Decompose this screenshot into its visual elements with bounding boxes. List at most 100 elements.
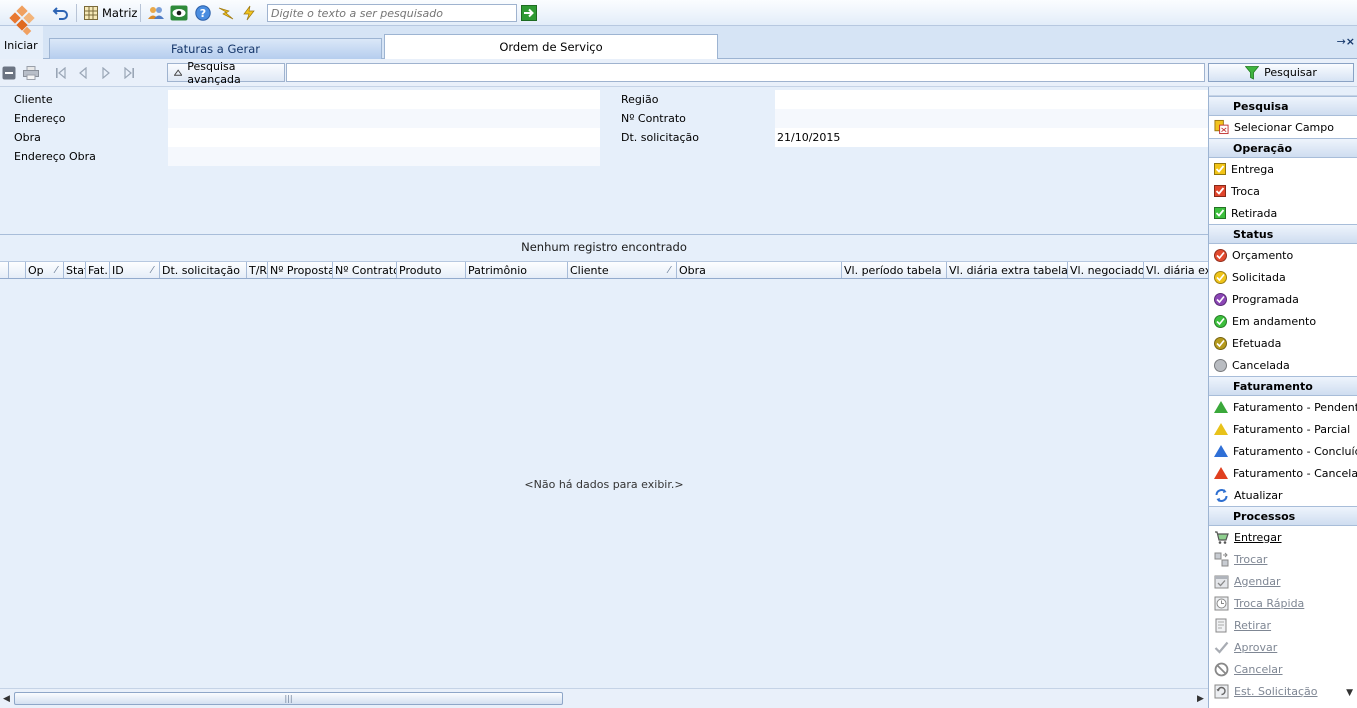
col-tr[interactable]: T/R — [247, 262, 268, 278]
close-icon: × — [1345, 35, 1355, 48]
col-proposta[interactable]: Nº Proposta — [268, 262, 333, 278]
col-vl-diaria-extra-tabela[interactable]: Vl. diária extra tabela — [947, 262, 1068, 278]
status-efetuada-item[interactable]: Efetuada — [1209, 332, 1357, 354]
contrato-field[interactable] — [775, 109, 1208, 128]
processo-trocar-item[interactable]: Trocar — [1209, 548, 1357, 570]
item-label: Em andamento — [1232, 314, 1317, 328]
endereco-field[interactable] — [168, 109, 600, 128]
matriz-button[interactable]: Matriz — [82, 3, 137, 23]
next-record-button[interactable] — [98, 65, 114, 81]
item-label: Agendar — [1234, 574, 1281, 588]
col-vl-periodo-tabela[interactable]: Vl. período tabela — [842, 262, 947, 278]
col-select[interactable] — [9, 262, 26, 278]
col-obra[interactable]: Obra — [677, 262, 842, 278]
item-label: Entregar — [1234, 530, 1282, 544]
section-faturamento[interactable]: Faturamento — [1209, 376, 1357, 396]
filter-form: Cliente Endereço Obra Endereço Obra Regi… — [0, 88, 1208, 233]
col-dt-solicitacao[interactable]: Dt. solicitação — [160, 262, 247, 278]
column-label: ID — [112, 264, 124, 277]
item-label: Solicitada — [1232, 270, 1286, 284]
section-pesquisa[interactable]: Pesquisa — [1209, 96, 1357, 116]
grid-body[interactable]: <Não há dados para exibir.> — [0, 280, 1208, 688]
processo-est-solicitacao-item[interactable]: Est. Solicitação — [1209, 680, 1357, 702]
scrollbar-thumb[interactable]: ||| — [14, 692, 563, 705]
advanced-search-button[interactable]: Pesquisa avançada — [167, 60, 285, 86]
col-vl-negociado[interactable]: Vl. negociado — [1068, 262, 1144, 278]
processo-cancelar-item[interactable]: Cancelar — [1209, 658, 1357, 680]
faturamento-pendente-item[interactable]: Faturamento - Pendente — [1209, 396, 1357, 418]
col-cliente[interactable]: Cliente ⁄ — [568, 262, 677, 278]
last-record-button[interactable] — [121, 65, 137, 81]
section-status[interactable]: Status — [1209, 224, 1357, 244]
scroll-left-icon[interactable]: ◀ — [3, 694, 10, 704]
col-fat[interactable]: Fat. — [86, 262, 110, 278]
flash-button[interactable] — [217, 3, 235, 23]
operacao-troca-item[interactable]: Troca — [1209, 180, 1357, 202]
lightning-button[interactable] — [240, 3, 258, 23]
section-operacao[interactable]: Operação — [1209, 138, 1357, 158]
section-processos[interactable]: Processos — [1209, 506, 1357, 526]
scroll-right-icon[interactable]: ▶ — [1197, 694, 1204, 704]
advanced-search-field[interactable] — [286, 63, 1205, 82]
col-indicator[interactable] — [0, 262, 9, 278]
users-button[interactable] — [147, 3, 165, 23]
operacao-entrega-item[interactable]: Entrega — [1209, 158, 1357, 180]
processo-retirar-item[interactable]: Retirar — [1209, 614, 1357, 636]
status-programada-item[interactable]: Programada — [1209, 288, 1357, 310]
processo-entregar-item[interactable]: Entregar — [1209, 526, 1357, 548]
global-search-input[interactable] — [267, 4, 517, 22]
status-em-andamento-item[interactable]: Em andamento — [1209, 310, 1357, 332]
tab-ordem-de-servico[interactable]: Ordem de Serviço — [384, 34, 718, 59]
search-go-button[interactable] — [521, 5, 537, 21]
horizontal-scrollbar[interactable]: ◀ ||| ▶ — [0, 688, 1208, 708]
print-button[interactable] — [23, 65, 39, 81]
help-button[interactable]: ? — [194, 3, 212, 23]
status-cancelada-item[interactable]: Cancelada — [1209, 354, 1357, 376]
col-stat[interactable]: Stat — [64, 262, 86, 278]
faturamento-cancelado-item[interactable]: Faturamento - Cancelado — [1209, 462, 1357, 484]
faturamento-parcial-item[interactable]: Faturamento - Parcial — [1209, 418, 1357, 440]
col-op[interactable]: Op ⁄ — [26, 262, 64, 278]
parcial-triangle-icon — [1214, 423, 1228, 435]
col-patrimonio[interactable]: Patrimônio — [466, 262, 568, 278]
scroll-down-icon[interactable]: ▼ — [1346, 688, 1353, 698]
start-label: Iniciar — [4, 39, 38, 52]
endereco-obra-field[interactable] — [168, 147, 600, 166]
sort-icon: ⁄ — [55, 265, 57, 276]
dt-solicitacao-field[interactable]: 21/10/2015 — [775, 128, 1208, 147]
faturamento-concluido-item[interactable]: Faturamento - Concluído — [1209, 440, 1357, 462]
solicitada-status-icon — [1214, 270, 1227, 284]
selecionar-campo-item[interactable]: Selecionar Campo — [1209, 116, 1357, 138]
status-orcamento-item[interactable]: Orçamento — [1209, 244, 1357, 266]
col-contrato[interactable]: Nº Contrato — [333, 262, 397, 278]
regiao-field[interactable] — [775, 90, 1208, 109]
processo-agendar-item[interactable]: Agendar — [1209, 570, 1357, 592]
item-label: Troca — [1231, 184, 1260, 198]
record-navigation-bar: Pesquisa avançada Pesquisar — [0, 59, 1357, 87]
cliente-label: Cliente — [14, 93, 53, 106]
obra-field[interactable] — [168, 128, 600, 147]
item-label: Efetuada — [1232, 336, 1282, 350]
undo-button[interactable] — [52, 3, 70, 23]
tab-faturas-a-gerar[interactable]: Faturas a Gerar — [49, 38, 382, 59]
processo-troca-rapida-item[interactable]: Troca Rápida — [1209, 592, 1357, 614]
status-solicitada-item[interactable]: Solicitada — [1209, 266, 1357, 288]
item-label: Est. Solicitação — [1234, 684, 1318, 698]
col-vl-diaria-extra[interactable]: Vl. diária extra — [1144, 262, 1208, 278]
calendar-icon — [1214, 574, 1229, 589]
operacao-retirada-item[interactable]: Retirada — [1209, 202, 1357, 224]
search-button[interactable]: Pesquisar — [1208, 63, 1354, 82]
close-tab-button[interactable]: →× — [1337, 35, 1355, 48]
previous-record-button[interactable] — [75, 65, 91, 81]
item-label: Entrega — [1231, 162, 1275, 176]
cliente-field[interactable] — [168, 90, 600, 109]
first-record-button[interactable] — [53, 65, 69, 81]
col-produto[interactable]: Produto — [397, 262, 466, 278]
col-id[interactable]: ID ⁄ — [110, 262, 160, 278]
view-button[interactable] — [170, 3, 188, 23]
item-label: Programada — [1232, 292, 1299, 306]
start-button[interactable]: Iniciar — [0, 0, 43, 58]
collapse-button[interactable] — [1, 65, 17, 81]
processo-aprovar-item[interactable]: Aprovar — [1209, 636, 1357, 658]
atualizar-item[interactable]: Atualizar — [1209, 484, 1357, 506]
